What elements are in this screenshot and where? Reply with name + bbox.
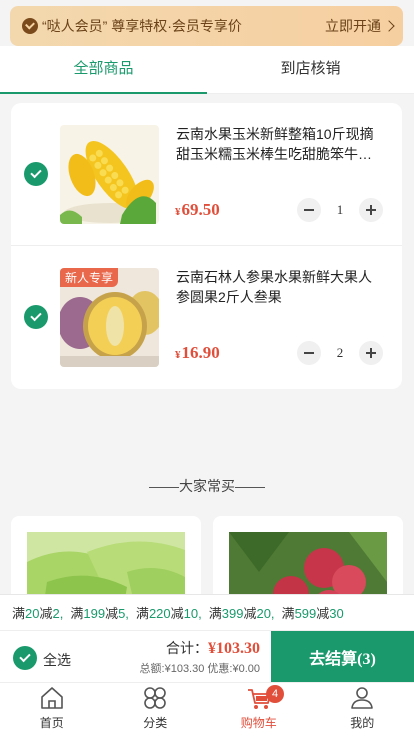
nav-label: 分类 — [143, 716, 168, 730]
tab-store-verify[interactable]: 到店核销 — [207, 46, 414, 93]
quantity-value: 1 — [336, 202, 344, 217]
new-user-badge: 新人专享 — [60, 268, 119, 287]
open-member-label: 立即开通 — [325, 18, 381, 34]
member-text: “哒人会员” 尊享特权·会员专享价 — [42, 18, 242, 34]
item-checkbox[interactable] — [24, 305, 48, 329]
nav-item-home[interactable]: 首页 — [0, 683, 104, 736]
item-checkbox[interactable] — [24, 162, 48, 186]
quantity-stepper: 1 — [297, 198, 383, 222]
category-icon — [144, 687, 167, 709]
promo-tag: 满399减20, — [208, 606, 275, 621]
product-name[interactable]: 云南水果玉米新鲜整箱10斤现摘甜玉米糯玉米棒生吃甜脆笨牛… — [176, 124, 381, 164]
product-price: ¥16.90 — [175, 343, 220, 362]
divider — [149, 486, 179, 488]
nav-label: 购物车 — [240, 716, 277, 730]
divider — [235, 486, 265, 488]
product-price: ¥69.50 — [175, 200, 220, 219]
section-title-common: 大家常买 — [0, 476, 414, 496]
promo-tag: 满599减30 — [281, 606, 344, 621]
increase-button[interactable] — [359, 198, 383, 222]
nav-item-mine[interactable]: 我的 — [311, 683, 414, 736]
nav-item-category[interactable]: 分类 — [104, 683, 208, 736]
promotion-bar: 满20减2, 满199减5, 满220减10, 满399减20, 满599减30 — [0, 594, 414, 630]
checkout-bar: 全选 合计：¥103.30 总额:¥103.30 优惠:¥0.00 去结算(3) — [0, 630, 414, 683]
promo-tag: 满199减5, — [70, 606, 129, 621]
user-icon — [351, 687, 374, 709]
quantity-stepper: 2 — [297, 341, 383, 365]
tab-bar: 全部商品 到店核销 — [0, 46, 414, 94]
member-badge-icon — [22, 18, 38, 34]
member-banner[interactable]: “哒人会员” 尊享特权·会员专享价 立即开通 — [10, 6, 403, 46]
promo-tag: 满20减2, — [12, 606, 64, 621]
nav-item-cart[interactable]: 4 购物车 — [207, 683, 311, 736]
promo-tag: 满220减10, — [135, 606, 202, 621]
total-price: 合计：¥103.30 — [166, 640, 260, 657]
product-image-pepino[interactable]: 新人专享 — [60, 268, 159, 367]
tab-all-products[interactable]: 全部商品 — [0, 46, 207, 94]
select-all-checkbox[interactable] — [13, 646, 37, 670]
decrease-button[interactable] — [297, 198, 321, 222]
checkout-button[interactable]: 去结算(3) — [271, 631, 414, 683]
bottom-nav: 首页 分类 4 购物车 我的 — [0, 682, 414, 736]
home-icon — [40, 687, 63, 709]
total-summary: 总额:¥103.30 优惠:¥0.00 — [139, 663, 260, 675]
product-image-corn[interactable] — [60, 125, 159, 224]
nav-label: 首页 — [39, 716, 64, 730]
product-name[interactable]: 云南石林人参果水果新鲜大果人参圆果2斤人叁果 — [176, 267, 381, 307]
cart-count-badge: 4 — [266, 685, 284, 703]
open-member-button[interactable]: 立即开通 — [325, 16, 395, 36]
select-all-label[interactable]: 全选 — [43, 650, 71, 670]
chevron-right-icon — [383, 20, 395, 32]
quantity-value: 2 — [336, 345, 344, 360]
increase-button[interactable] — [359, 341, 383, 365]
cart-item: 新人专享 云南石林人参果水果新鲜大果人参圆果2斤人叁果 ¥16.90 2 — [11, 246, 402, 389]
nav-label: 我的 — [350, 716, 375, 730]
cart-item: 云南水果玉米新鲜整箱10斤现摘甜玉米糯玉米棒生吃甜脆笨牛… ¥69.50 1 — [11, 103, 402, 246]
cart-list: 云南水果玉米新鲜整箱10斤现摘甜玉米糯玉米棒生吃甜脆笨牛… ¥69.50 1 新… — [11, 103, 402, 389]
decrease-button[interactable] — [297, 341, 321, 365]
